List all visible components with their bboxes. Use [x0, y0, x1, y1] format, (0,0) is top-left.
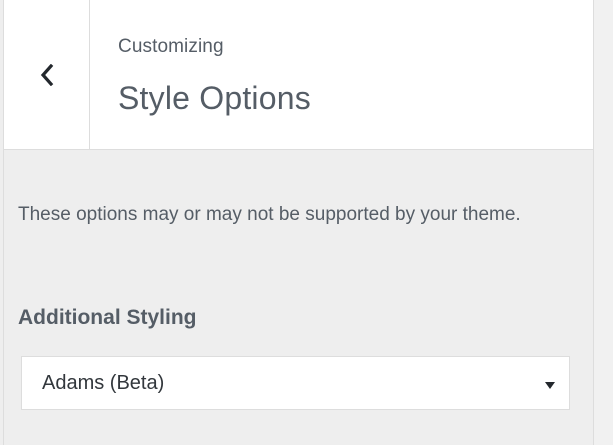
customizer-window: Customizing Style Options These options …: [0, 0, 613, 445]
page-title: Style Options: [118, 80, 311, 116]
section-description: These options may or may not be supporte…: [18, 204, 521, 225]
customizer-panel: Customizing Style Options These options …: [4, 0, 593, 445]
section-header: Customizing Style Options: [4, 0, 593, 150]
dropdown-arrow-icon: [545, 377, 555, 389]
additional-styling-label: Additional Styling: [18, 306, 197, 329]
additional-styling-select[interactable]: Adams (Beta): [21, 356, 570, 410]
back-button[interactable]: [4, 0, 90, 149]
preview-edge: [593, 0, 613, 445]
header-kicker: Customizing: [118, 36, 224, 57]
select-value: Adams (Beta): [42, 372, 165, 394]
chevron-left-icon: [39, 63, 55, 86]
